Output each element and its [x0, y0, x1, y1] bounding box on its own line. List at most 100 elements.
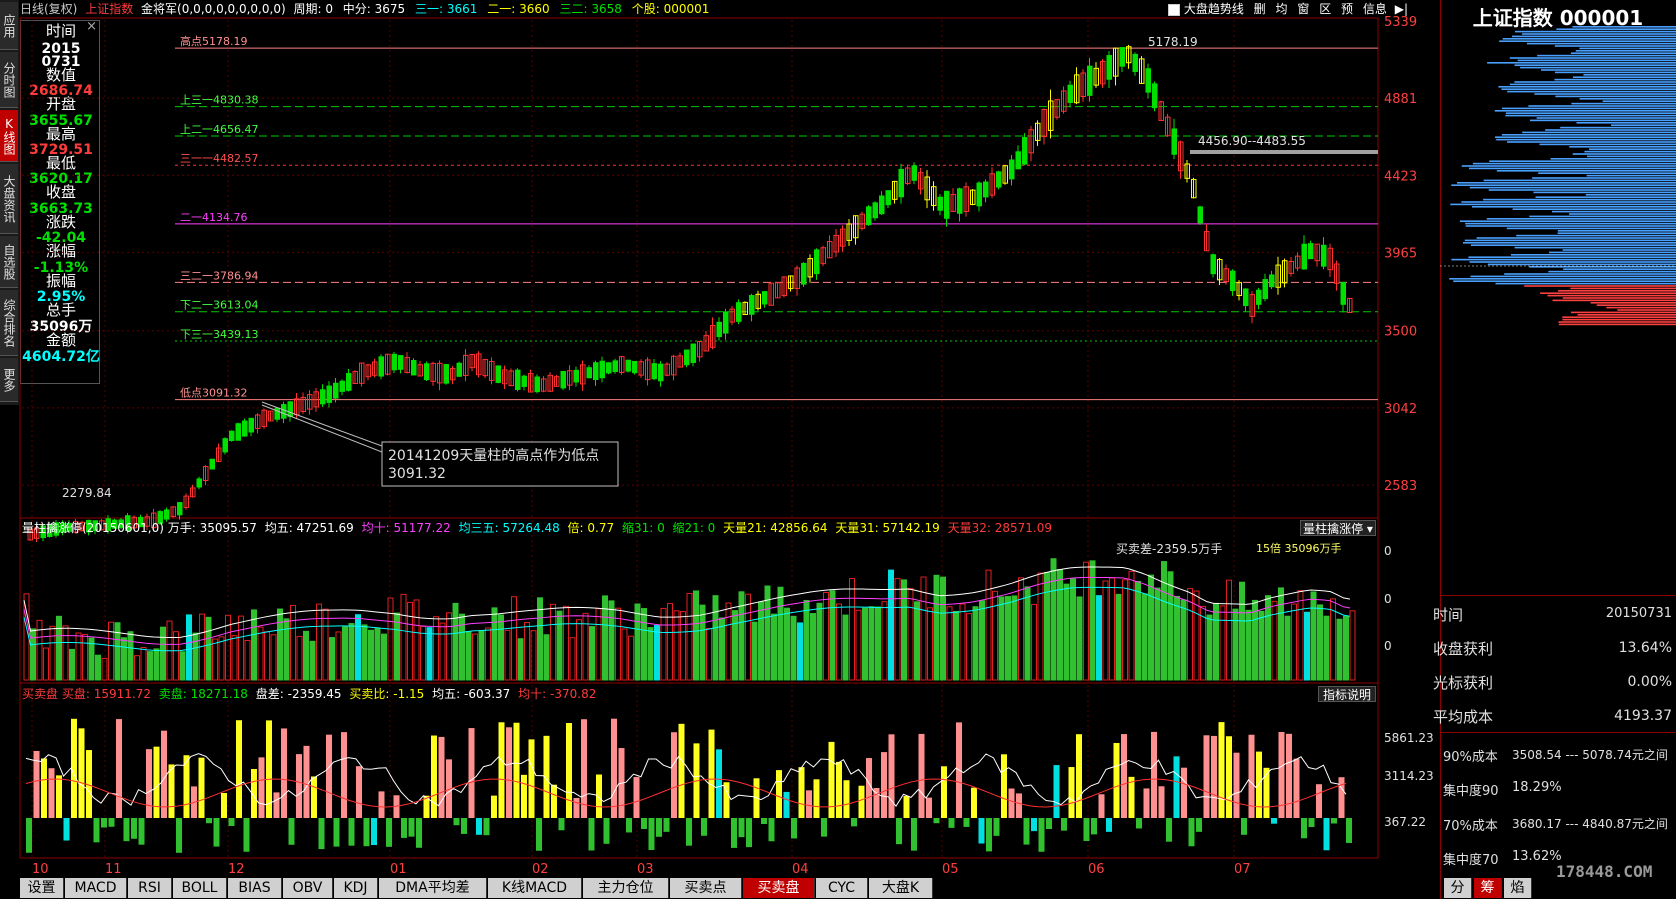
candle-body [593, 362, 599, 381]
volume-bar [1057, 568, 1063, 681]
bs-bar [551, 784, 557, 818]
volume-bar [1226, 579, 1232, 681]
bottom-tab-8[interactable]: K线MACD [488, 878, 582, 898]
chip-bar [1476, 237, 1676, 239]
chip-bar [1465, 225, 1676, 227]
chip-bar [1526, 42, 1676, 45]
bs-bar [56, 775, 62, 818]
bottom-tab-10[interactable]: 买卖点 [670, 878, 742, 898]
bs-bar [1323, 818, 1330, 851]
bs-bar [326, 734, 332, 818]
bottom-tab-5[interactable]: OBV [283, 878, 333, 898]
candle-body [716, 321, 722, 338]
bottom-tab-1[interactable]: MACD [65, 878, 127, 898]
volume-bar [777, 586, 784, 681]
bs-bar [768, 818, 775, 842]
volume-bar [1135, 580, 1141, 681]
bottom-tab-11[interactable]: 买卖盘 [743, 878, 815, 898]
volume-dropdown[interactable]: 量柱擒涨停 ▾ [1300, 520, 1376, 536]
bs-bar [851, 818, 857, 827]
bs-bar [341, 732, 347, 818]
candle-body [1106, 55, 1112, 80]
volume-bar [855, 609, 862, 681]
bs-ratio: 买卖比: -1.15 [349, 687, 425, 701]
chip-bar [1590, 302, 1676, 304]
bs-bar [633, 777, 640, 818]
volume-bar [420, 625, 426, 681]
volume-bar [556, 610, 563, 681]
bs-bar [1188, 818, 1195, 847]
bs-bar [453, 818, 460, 826]
bs-bar [1143, 788, 1150, 818]
bottom-tab-6[interactable]: KDJ [334, 878, 378, 898]
chip-bar [1606, 306, 1676, 309]
candle-body [209, 458, 215, 470]
right-tab-fen[interactable]: 分 [1444, 878, 1472, 898]
bottom-tab-3[interactable]: BOLL [173, 878, 227, 898]
chip-bar [1554, 71, 1676, 74]
volume-bar [192, 632, 199, 681]
bs-bar [761, 818, 767, 825]
bs-bar [476, 818, 482, 835]
bottom-tab-9[interactable]: 主力仓位 [583, 878, 669, 898]
candle-body [521, 375, 527, 387]
chip-bar [1585, 194, 1676, 196]
bs-tick: 5861.23 [1384, 731, 1434, 745]
bs-bar [63, 818, 70, 841]
bs-bar [1308, 818, 1315, 828]
conc70-label: 集中度70 [1443, 853, 1499, 868]
volume-bar [108, 621, 114, 681]
bs-bar [273, 792, 280, 818]
volume-bar [849, 577, 855, 681]
bottom-tab-7[interactable]: DMA平均差 [379, 878, 487, 898]
bottom-tab-2[interactable]: RSI [128, 878, 172, 898]
volume-bar [1258, 610, 1265, 681]
chip-bar [1584, 150, 1676, 153]
chip-bar [1560, 126, 1676, 129]
bottom-tab-13[interactable]: 大盘K [869, 878, 933, 898]
chip-bar [1483, 179, 1676, 182]
bs-bar [716, 749, 722, 818]
candle-body [248, 417, 254, 433]
level-label: 上二一4656.47 [180, 123, 259, 136]
candle-body [1262, 279, 1268, 300]
bs-bar [1083, 818, 1090, 841]
chip-bar [1496, 170, 1676, 172]
main-chart[interactable]: 高点5178.19 上三一4830.38 上二一4656.47 三一一4482.57 二… [0, 0, 1440, 899]
bs-bar [836, 761, 842, 818]
month-tick: 11 [105, 862, 122, 877]
bs-bar [1263, 767, 1270, 818]
right-tab-yan[interactable]: 焰 [1504, 878, 1532, 898]
close-profit-label: 收盘获利 [1433, 640, 1494, 658]
volume-bar [927, 607, 933, 681]
annotation-line1: 20141209天量柱的高点作为低点 [388, 447, 599, 464]
bs-bar [206, 818, 212, 824]
volume-bar [725, 602, 732, 681]
chip-bar [1572, 153, 1676, 155]
level-label: 低点3091.32 [180, 387, 248, 400]
volume-bar [62, 625, 69, 681]
chip-bar [1552, 299, 1676, 302]
bs-bar [498, 722, 505, 818]
chip-bar [1538, 172, 1676, 174]
volume-bars: 0 0 0 [23, 544, 1392, 681]
bottom-tab-0[interactable]: 设置 [20, 878, 64, 898]
volume-bar [589, 626, 595, 681]
annotation-line2: 3091.32 [388, 466, 446, 482]
volume-bar [712, 595, 719, 681]
bs-bar [48, 768, 55, 818]
right-tab-chou[interactable]: 筹 [1474, 878, 1502, 898]
bs-bar [686, 818, 692, 846]
level-label: 三一一4482.57 [180, 152, 259, 165]
volume-bar [1167, 571, 1174, 681]
bs-bar [1241, 818, 1247, 835]
indicator-help-button[interactable]: 指标说明 [1318, 686, 1376, 702]
bs-bar [1196, 818, 1202, 832]
chip-bar [1575, 50, 1676, 52]
bottom-tab-12[interactable]: CYC [816, 878, 868, 898]
chip-bar [1462, 242, 1676, 244]
bs-bar [581, 719, 587, 818]
month-tick: 07 [1234, 862, 1251, 877]
chip-bar [1536, 117, 1676, 119]
bottom-tab-4[interactable]: BIAS [228, 878, 282, 898]
